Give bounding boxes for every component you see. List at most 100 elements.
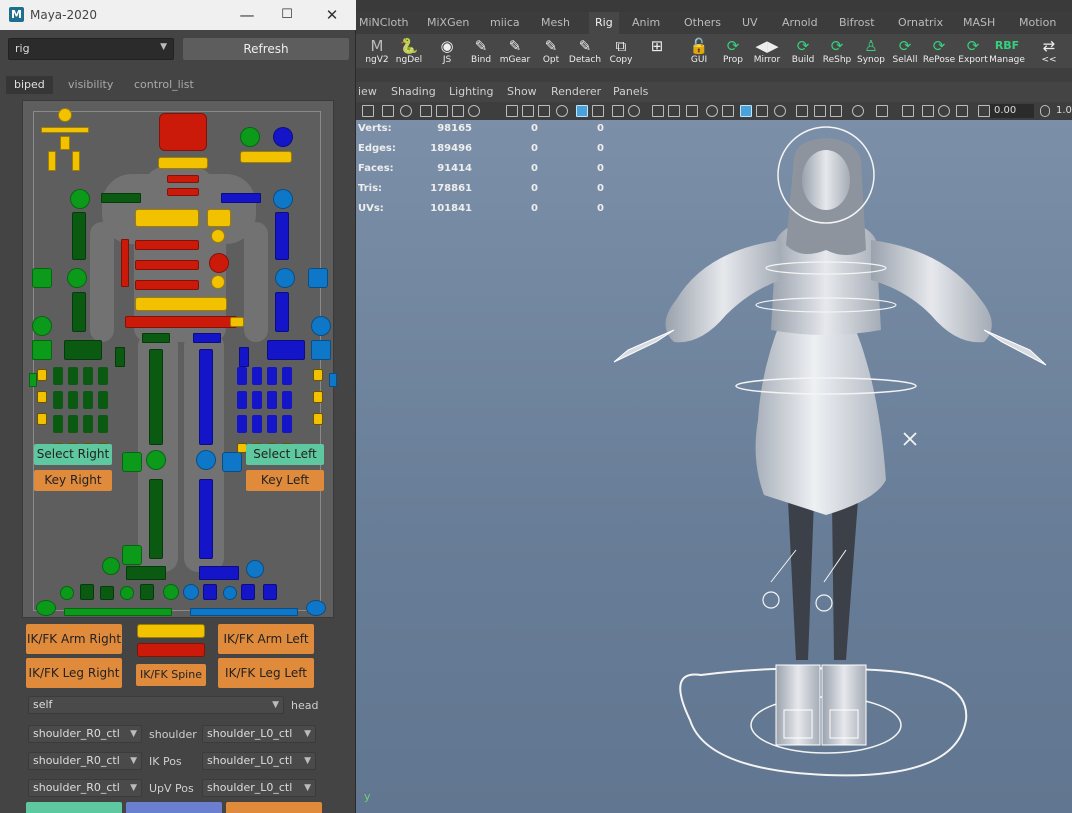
- ctl-finger-l-1-0[interactable]: [237, 391, 247, 409]
- ctl-ik-arm-l[interactable]: [308, 268, 328, 288]
- bottom-button-orange[interactable]: [226, 802, 322, 813]
- panel-tool-icon[interactable]: [576, 105, 588, 117]
- ctl-finger-l-2-1[interactable]: [252, 415, 262, 433]
- ctl-finger-l-1-1[interactable]: [252, 391, 262, 409]
- shelf-tab-mincloth[interactable]: MiNCloth: [356, 12, 412, 34]
- tab-biped[interactable]: biped: [6, 76, 53, 94]
- shelf-tab-anim[interactable]: Anim: [629, 12, 663, 34]
- space-left-combo[interactable]: shoulder_R0_ctl ▼: [28, 752, 142, 770]
- ctl-upperarm-l[interactable]: [275, 212, 289, 260]
- panel-tool-icon[interactable]: [722, 105, 734, 117]
- shelf-button-[interactable]: ⇄ <<: [1034, 36, 1064, 66]
- bottom-button-green[interactable]: [26, 802, 122, 813]
- ctl-forearm-r[interactable]: [72, 292, 86, 332]
- gamma-icon[interactable]: [1040, 105, 1050, 117]
- ctl-foot-r[interactable]: [126, 566, 166, 580]
- character-model[interactable]: y: [356, 120, 1072, 813]
- panel-menu-shading[interactable]: Shading: [391, 85, 436, 98]
- ctl-toe-l1[interactable]: [183, 584, 199, 600]
- ctl-wrist-r[interactable]: [32, 316, 52, 336]
- shelf-button-build[interactable]: ⟳ Build: [788, 36, 818, 66]
- ctl-forearm-l[interactable]: [275, 292, 289, 332]
- ctl-sole-l[interactable]: [190, 608, 298, 616]
- panel-tool-icon[interactable]: [628, 105, 640, 117]
- ctl-spine-pad2[interactable]: [211, 275, 225, 289]
- close-button[interactable]: ✕: [321, 5, 343, 25]
- bottom-button-blue[interactable]: [126, 802, 222, 813]
- panel-tool-icon[interactable]: [436, 105, 448, 117]
- ctl-finger-r-0-0[interactable]: [53, 367, 63, 385]
- ctl-finger-r-1-1[interactable]: [68, 391, 78, 409]
- panel-tool-icon[interactable]: [740, 105, 752, 117]
- shelf-button-reshp[interactable]: ⟳ ReShp: [822, 36, 852, 66]
- maximize-button[interactable]: ☐: [276, 5, 298, 25]
- ctl-pinky-l3[interactable]: [313, 413, 323, 425]
- ctl-thumb-l[interactable]: [239, 347, 249, 367]
- ctl-cog[interactable]: [209, 253, 229, 273]
- ctl-finger-l-0-1[interactable]: [252, 367, 262, 385]
- shelf-button-mirror[interactable]: ◀▶ Mirror: [752, 36, 782, 66]
- shelf-tab-mash[interactable]: MASH: [960, 12, 998, 34]
- ctl-mini-person-leg-l[interactable]: [72, 151, 80, 171]
- ctl-pinky-r3[interactable]: [37, 413, 47, 425]
- ctl-body[interactable]: [125, 316, 237, 328]
- ctl-upperarm-r[interactable]: [72, 212, 86, 260]
- ctl-toe-l5[interactable]: [263, 584, 277, 600]
- ctl-hand-r[interactable]: [32, 340, 52, 360]
- shelf-button-export[interactable]: ⟳ Export: [958, 36, 988, 66]
- ctl-mini-person-head[interactable]: [58, 108, 72, 122]
- ctl-toe-r6[interactable]: [163, 584, 179, 600]
- shelf-button-ngv2[interactable]: MngV2: [362, 36, 392, 66]
- ctl-clavicle-l[interactable]: [221, 193, 261, 203]
- shelf-button-selall[interactable]: ⟳ SelAll: [890, 36, 920, 66]
- shelf-tab-bifrost[interactable]: Bifrost: [836, 12, 878, 34]
- ctl-mini-person-arms[interactable]: [41, 127, 89, 133]
- ctl-heel-l[interactable]: [306, 600, 326, 616]
- shelf-tab-arnold[interactable]: Arnold: [779, 12, 821, 34]
- ctl-knee-l[interactable]: [196, 450, 216, 470]
- ctl-finger-r-0-1[interactable]: [68, 367, 78, 385]
- minimize-button[interactable]: —: [236, 5, 258, 25]
- ctl-ankle-r[interactable]: [102, 557, 120, 575]
- tab-visibility[interactable]: visibility: [60, 76, 121, 94]
- panel-tool-icon[interactable]: [796, 105, 808, 117]
- shelf-button-mgear[interactable]: ✎ mGear: [500, 36, 531, 66]
- namespace-select[interactable]: rig ▼: [8, 38, 174, 60]
- ctl-hips[interactable]: [135, 297, 227, 311]
- panel-tool-icon[interactable]: [420, 105, 432, 117]
- ctl-spine-0[interactable]: [135, 280, 199, 290]
- ctl-shin-r[interactable]: [149, 479, 163, 559]
- shelf-tab-motion-gra[interactable]: Motion Gra: [1016, 12, 1072, 51]
- ctl-sole-r[interactable]: [64, 608, 172, 616]
- panel-tool-icon[interactable]: [774, 105, 786, 117]
- ctl-hip-l[interactable]: [193, 333, 221, 343]
- ctl-head[interactable]: [159, 113, 207, 151]
- shelf-button-grid[interactable]: ⊞: [642, 36, 672, 66]
- ctl-shoulder-r[interactable]: [70, 189, 90, 209]
- panel-menu-renderer[interactable]: Renderer: [551, 85, 601, 98]
- ctl-finger-l-2-2[interactable]: [267, 415, 277, 433]
- ctl-eye-l[interactable]: [273, 127, 293, 147]
- ctl-finger-r-2-0[interactable]: [53, 415, 63, 433]
- panel-tool-icon[interactable]: [814, 105, 826, 117]
- ctl-pinky-l2[interactable]: [313, 391, 323, 403]
- ctl-spine-1[interactable]: [135, 260, 199, 270]
- ctl-palm-r[interactable]: [64, 340, 102, 360]
- ctl-spine-3b[interactable]: [207, 209, 231, 227]
- ctl-finger-r-2-3[interactable]: [98, 415, 108, 433]
- ctl-pinky-l[interactable]: [313, 369, 323, 381]
- panel-tool-icon[interactable]: [902, 105, 914, 117]
- ctl-ik-l-pad[interactable]: [329, 373, 337, 387]
- shelf-button-prop[interactable]: ⟳ Prop: [718, 36, 748, 66]
- ikfk-leg-right-button[interactable]: IK/FK Leg Right: [26, 658, 122, 688]
- refresh-button[interactable]: Refresh: [183, 38, 349, 60]
- ctl-finger-l-1-3[interactable]: [282, 391, 292, 409]
- panel-menu-iew[interactable]: iew: [358, 85, 377, 98]
- ctl-finger-l-0-0[interactable]: [237, 367, 247, 385]
- ctl-shin-l[interactable]: [199, 479, 213, 559]
- ctl-finger-r-1-2[interactable]: [83, 391, 93, 409]
- space-left-combo[interactable]: shoulder_R0_ctl ▼: [28, 779, 142, 797]
- panel-tool-icon[interactable]: [830, 105, 842, 117]
- panel-tool-icon[interactable]: [506, 105, 518, 117]
- ctl-chest[interactable]: [167, 188, 199, 196]
